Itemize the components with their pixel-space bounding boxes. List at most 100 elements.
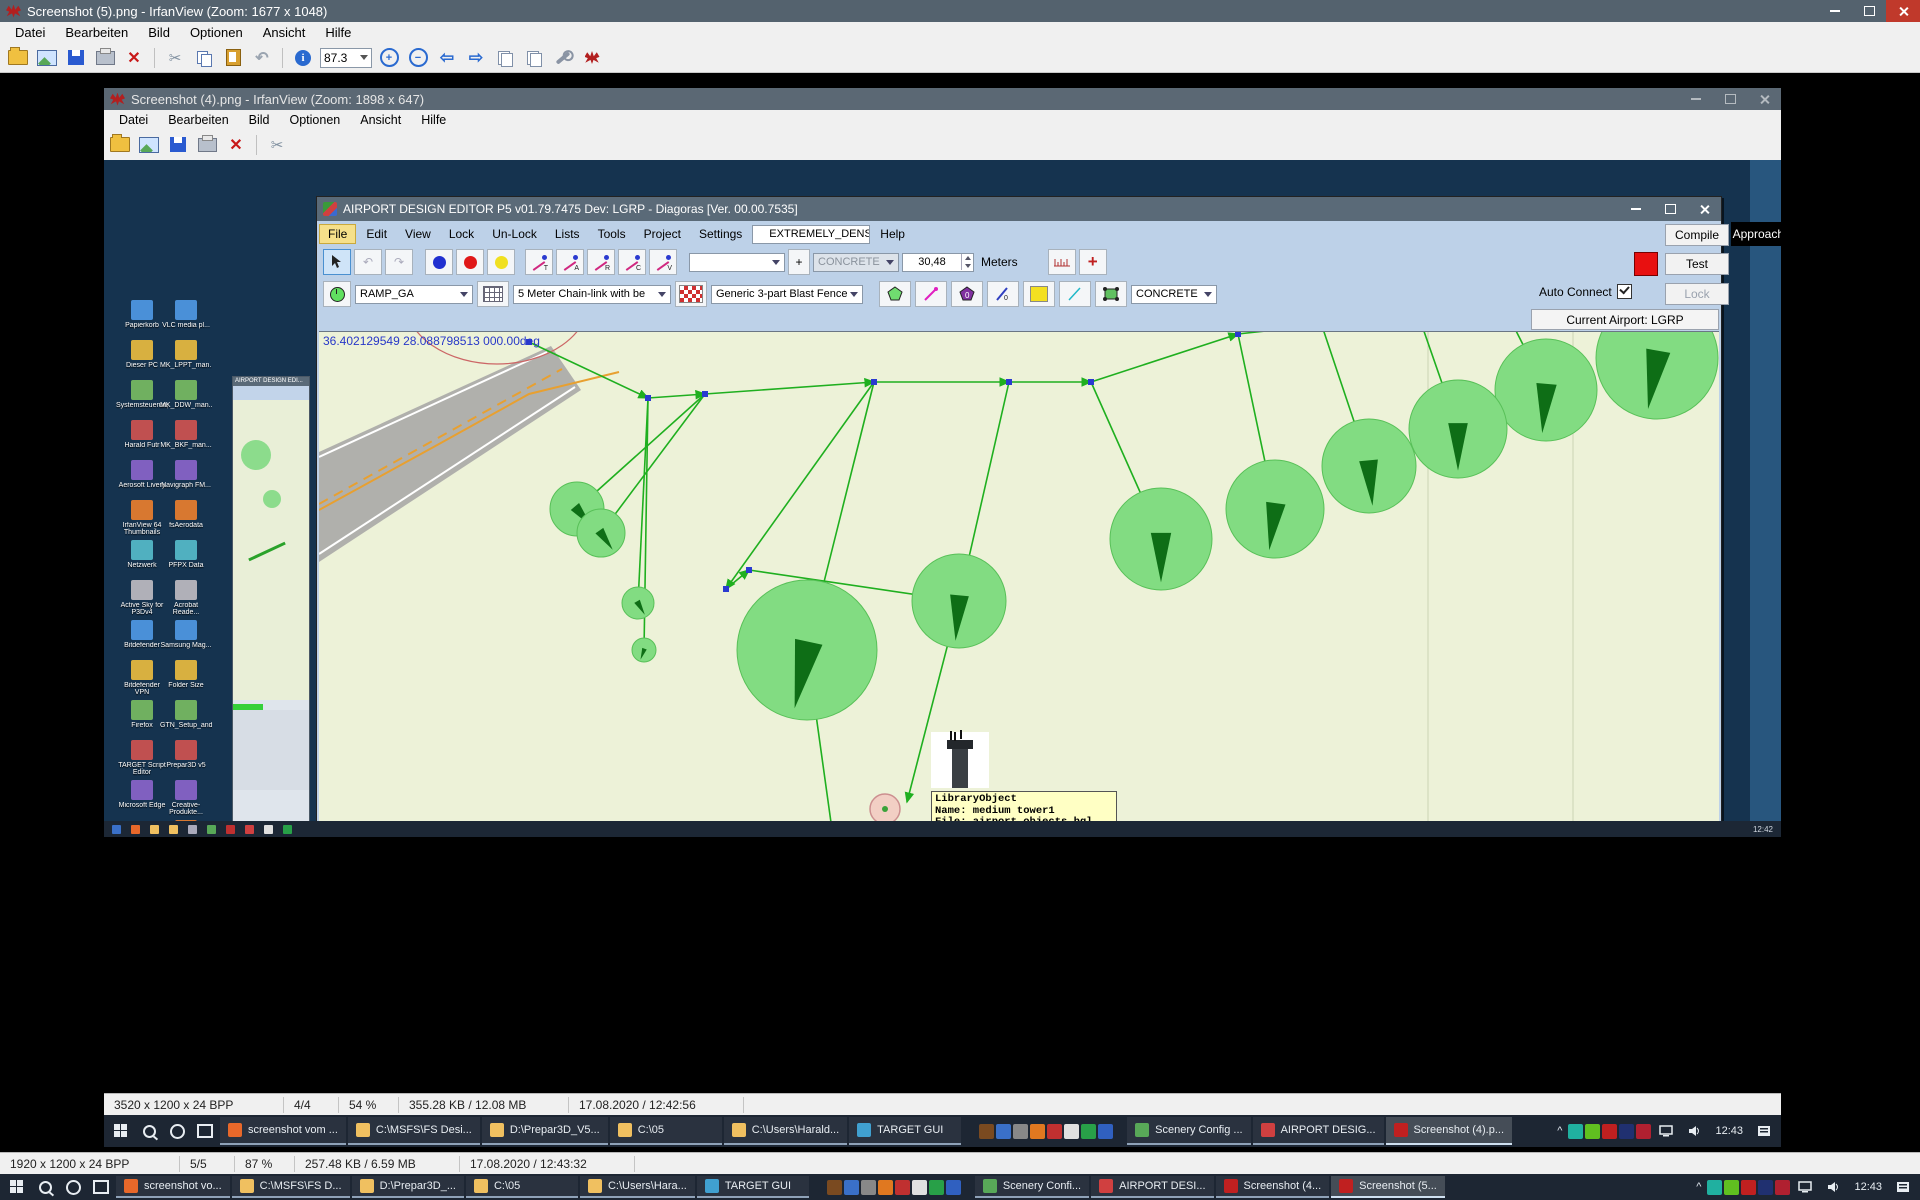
pinned-app-icon[interactable] [1081, 1124, 1096, 1139]
taskbar-button[interactable]: Scenery Confi... [975, 1176, 1089, 1199]
cut-icon[interactable]: ✂ [163, 47, 187, 69]
search-icon[interactable] [136, 1115, 162, 1147]
properties-icon[interactable] [551, 47, 575, 69]
ade-menu-item-tools[interactable]: Tools [590, 225, 634, 243]
menu-item[interactable]: Optionen [181, 23, 252, 42]
page-up-icon[interactable] [493, 47, 517, 69]
ade-menu-item-lock[interactable]: Lock [441, 225, 482, 243]
copy-icon[interactable] [192, 47, 216, 69]
lock-button[interactable]: Lock [1665, 283, 1729, 305]
node-link-button-C[interactable]: C [618, 249, 646, 275]
ade-menu-item-edit[interactable]: Edit [358, 225, 395, 243]
tray-icon[interactable] [1707, 1180, 1722, 1195]
ade-menu-item-lists[interactable]: Lists [547, 225, 588, 243]
width-spinner[interactable]: 30,48 [902, 253, 974, 272]
grid-icon[interactable] [477, 281, 509, 307]
taskbar-button[interactable]: screenshot vo... [116, 1176, 230, 1199]
pinned-app-icon[interactable] [827, 1180, 842, 1195]
notification-icon[interactable] [1890, 1174, 1916, 1200]
page-down-icon[interactable] [522, 47, 546, 69]
node-link-button-T[interactable]: T [525, 249, 553, 275]
tray-icon[interactable] [1602, 1124, 1617, 1139]
menu-item[interactable]: Datei [6, 23, 54, 42]
ade-menu-item-view[interactable]: View [397, 225, 439, 243]
delete-icon[interactable]: ✕ [122, 47, 146, 69]
desktop-icon[interactable]: MK_BKF_man... [160, 420, 212, 449]
close-button[interactable] [1886, 0, 1920, 22]
tray-icon[interactable] [1585, 1124, 1600, 1139]
tray-icon[interactable] [1724, 1180, 1739, 1195]
pinned-app-icon[interactable] [996, 1124, 1011, 1139]
taskbar-button[interactable]: C:\Users\Hara... [580, 1176, 695, 1199]
taskbar-button[interactable]: C:\Users\Harald... [724, 1117, 847, 1145]
task-view-icon[interactable] [192, 1115, 218, 1147]
add-icon[interactable]: + [1079, 249, 1107, 275]
network-icon[interactable] [1653, 1115, 1679, 1147]
undo-button[interactable]: ↶ [354, 249, 382, 275]
desktop-icon[interactable]: PFPX Data [160, 540, 212, 569]
maximize-button[interactable] [1653, 197, 1687, 221]
node-link-button-V[interactable]: V [649, 249, 677, 275]
desktop-icon[interactable]: MK_DDW_man... [160, 380, 212, 409]
pinned-app-icon[interactable] [895, 1180, 910, 1195]
taskbar-button[interactable]: C:\MSFS\FS Desi... [348, 1117, 480, 1145]
pinned-app-icon[interactable] [1013, 1124, 1028, 1139]
checker-icon[interactable] [675, 281, 707, 307]
blue-node-button[interactable] [425, 249, 453, 275]
yellow-node-button[interactable] [487, 249, 515, 275]
info-icon[interactable]: i [291, 47, 315, 69]
ramp-type-combo[interactable]: RAMP_GA [355, 285, 473, 304]
tray-icon[interactable] [1568, 1124, 1583, 1139]
start-button[interactable] [108, 1115, 134, 1147]
taskbar-button[interactable]: TARGET GUI [697, 1176, 809, 1199]
speaker-icon[interactable] [1820, 1174, 1846, 1200]
tray-icon[interactable] [1741, 1180, 1756, 1195]
ruler-icon[interactable] [1048, 249, 1076, 275]
node-link-button-R[interactable]: R [587, 249, 615, 275]
ade-menu-item-help[interactable]: Help [872, 225, 913, 243]
apron-tool-icon[interactable] [1095, 281, 1127, 307]
minimize-button[interactable] [1619, 197, 1653, 221]
surface-combo[interactable]: CONCRETE [813, 253, 899, 272]
thumbnails-icon[interactable] [35, 47, 59, 69]
node-link-button-A[interactable]: A [556, 249, 584, 275]
taskbar-button[interactable]: TARGET GUI [849, 1117, 961, 1145]
search-icon[interactable] [32, 1174, 58, 1200]
pinned-app-icon[interactable] [1064, 1124, 1079, 1139]
taskbar-button[interactable]: D:\Prepar3D_V5... [482, 1117, 608, 1145]
maximize-button[interactable] [1852, 0, 1886, 22]
taskbar-button[interactable]: Screenshot (4).p... [1386, 1117, 1513, 1145]
pinned-app-icon[interactable] [1098, 1124, 1113, 1139]
irfanview-about-icon[interactable] [580, 47, 604, 69]
parking-tool-button[interactable] [323, 281, 351, 307]
cyan-line-icon[interactable] [1059, 281, 1091, 307]
zoom-in-icon[interactable]: + [377, 47, 401, 69]
polygon-tool-icon[interactable] [879, 281, 911, 307]
zoom-combo[interactable]: 87.3 [320, 48, 372, 68]
pinned-app-icon[interactable] [878, 1180, 893, 1195]
desktop-icon[interactable]: Prepar3D v5 [160, 740, 212, 769]
taskbar-button[interactable]: D:\Prepar3D_... [352, 1176, 464, 1199]
start-button[interactable] [4, 1174, 30, 1200]
desktop-icon[interactable]: Creative-Produkte... [160, 780, 212, 816]
desktop-icon[interactable]: MK_LPPT_man... [160, 340, 212, 369]
network-icon[interactable] [1792, 1174, 1818, 1200]
menu-item[interactable]: Bild [139, 23, 179, 42]
tray-icon[interactable] [1775, 1180, 1790, 1195]
compile-button[interactable]: Compile [1665, 224, 1729, 246]
save-icon[interactable] [64, 47, 88, 69]
undo-icon[interactable]: ↶ [250, 47, 274, 69]
taskbar-button[interactable]: C:\MSFS\FS D... [232, 1176, 350, 1199]
ade-menu-item-file[interactable]: File [319, 224, 356, 244]
desktop-icon[interactable]: Acrobat Reade... [160, 580, 212, 616]
auto-connect-checkbox[interactable] [1617, 284, 1632, 299]
desktop-icon[interactable]: VLC media pl... [160, 300, 212, 329]
tray-icon[interactable] [1758, 1180, 1773, 1195]
pointer-tool-button[interactable] [323, 249, 351, 275]
exclusion-tool-icon[interactable]: 0 [951, 281, 983, 307]
apron-surface-combo[interactable]: CONCRETE [1131, 285, 1217, 304]
desktop-icon[interactable]: GTN_Setup_and_G... [160, 700, 212, 729]
paste-icon[interactable] [221, 47, 245, 69]
test-button[interactable]: Test [1665, 253, 1729, 275]
menu-item[interactable]: Bearbeiten [56, 23, 137, 42]
